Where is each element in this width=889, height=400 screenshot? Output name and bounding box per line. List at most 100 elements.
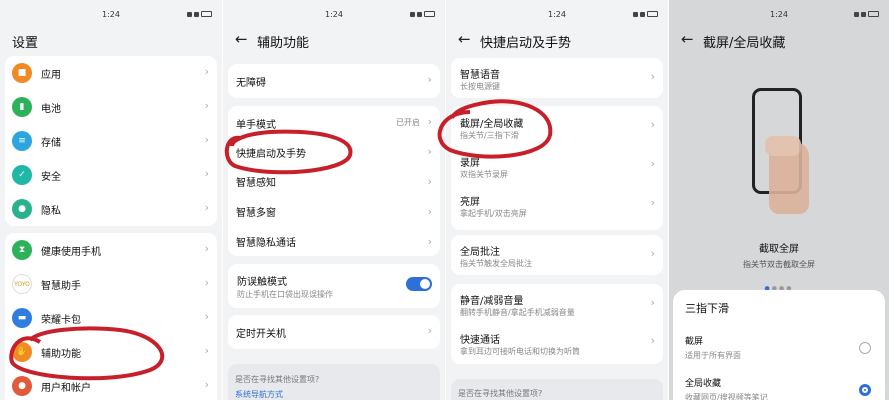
item-smart-private-call[interactable]: 智慧隐私通话 › (228, 226, 440, 256)
card-voice: 智慧语音 长按电源键 › (451, 58, 663, 98)
chevron-right-icon: › (427, 205, 432, 218)
card-accessibility: 无障碍 › (228, 64, 440, 98)
settings-item-label: 电池 (41, 104, 61, 115)
radio-button[interactable] (859, 342, 871, 354)
demo-caption-sub: 指关节双击截取全屏 (743, 260, 815, 269)
item-sublabel: 翻转手机静音/拿起手机减弱音量 (460, 308, 575, 317)
lock-icon: ● (12, 199, 32, 219)
chevron-right-icon: › (204, 344, 209, 357)
item-quick-call[interactable]: 快速通话 拿到耳边可接听电话和切换为听筒 › (451, 324, 663, 364)
item-annotation[interactable]: 全局批注 指关节触发全局批注 › (451, 235, 663, 275)
chevron-right-icon: › (204, 99, 209, 112)
apps-icon: ■ (12, 63, 32, 83)
option-label: 全局收藏 (685, 379, 722, 389)
item-label: 单手模式 (236, 120, 276, 131)
bluetooth-icon (187, 11, 192, 17)
bluetooth-icon (633, 11, 638, 17)
item-label: 快捷启动及手势 (236, 149, 306, 160)
item-smart-sense[interactable]: 智慧感知 › (228, 166, 440, 196)
item-value: 已开启 (396, 118, 420, 127)
shield-icon: ✓ (12, 165, 32, 185)
settings-item-accessibility[interactable]: ✋ 辅助功能 › (5, 335, 217, 369)
chevron-right-icon: › (650, 334, 655, 347)
settings-item-storage[interactable]: ≡ 存储 › (5, 124, 217, 158)
option-global-collect[interactable]: 全局收藏 收藏网页/搜视频等笔记 (685, 376, 873, 400)
item-sublabel: 拿起手机/双击亮屏 (460, 209, 527, 218)
item-sublabel: 防止手机在口袋出现误操作 (237, 290, 333, 299)
page-title: 截屏/全局收藏 (703, 36, 786, 51)
sheet-title: 三指下滑 (685, 302, 729, 315)
page-title: 快捷启动及手势 (480, 36, 572, 51)
settings-item-wallet[interactable]: ▬ 荣耀卡包 › (5, 301, 217, 335)
item-one-hand[interactable]: 单手模式 已开启 › (228, 106, 440, 136)
settings-item-assistant[interactable]: YOYO 智慧助手 › (5, 267, 217, 301)
chevron-right-icon: › (204, 167, 209, 180)
demo-caption: 截取全屏 (759, 244, 799, 255)
settings-item-apps[interactable]: ■ 应用 › (5, 56, 217, 90)
settings-group-2: ⧗ 健康使用手机 › YOYO 智慧助手 › ▬ 荣耀卡包 › ✋ 辅助功能 › ● 用户和帐户 › (5, 233, 217, 400)
chevron-right-icon: › (650, 296, 655, 309)
option-screenshot[interactable]: 截屏 适用于所有界面 (685, 334, 873, 361)
card-features: 单手模式 已开启 › 快捷启动及手势 › 智慧感知 › 智慧多窗 › 智慧隐私通话 › (228, 106, 440, 256)
settings-item-label: 辅助功能 (41, 349, 81, 360)
settings-item-security[interactable]: ✓ 安全 › (5, 158, 217, 192)
settings-item-privacy[interactable]: ● 隐私 › (5, 192, 217, 226)
item-label: 智慧多窗 (236, 208, 276, 219)
settings-screen: 1:24 设置 ■ 应用 › ▮ 电池 › ≡ 存储 › ✓ 安全 › ● 隐私 › ⧗ 健康使用手机… (0, 0, 222, 400)
signal-icon (194, 11, 199, 17)
item-accessibility[interactable]: 无障碍 › (228, 64, 440, 98)
item-voice[interactable]: 智慧语音 长按电源键 › (451, 58, 663, 98)
chevron-right-icon: › (650, 118, 655, 131)
item-wake-screen[interactable]: 亮屏 拿起手机/双击亮屏 › (451, 186, 663, 226)
item-label: 智慧隐私通话 (236, 238, 296, 249)
back-arrow-icon[interactable]: ← (458, 31, 471, 47)
card-timer: 定时开关机 › (228, 315, 440, 349)
item-timer[interactable]: 定时开关机 › (228, 315, 440, 349)
chevron-right-icon: › (427, 175, 432, 188)
settings-item-accounts[interactable]: ● 用户和帐户 › (5, 369, 217, 400)
back-arrow-icon[interactable]: ← (235, 31, 248, 47)
settings-item-label: 应用 (41, 70, 61, 81)
page-title: 辅助功能 (257, 36, 310, 51)
item-screen-record[interactable]: 录屏 双指关节录屏 › (451, 146, 663, 186)
chevron-right-icon: › (204, 201, 209, 214)
bottom-sheet: 三指下滑 截屏 适用于所有界面 全局收藏 收藏网页/搜视频等笔记 (673, 290, 885, 400)
settings-item-battery[interactable]: ▮ 电池 › (5, 90, 217, 124)
anti-touch-toggle[interactable] (406, 277, 432, 291)
item-shortcuts[interactable]: 快捷启动及手势 › (228, 136, 440, 166)
hint-link[interactable]: 系统导航方式 (235, 389, 283, 400)
item-label: 录屏 (460, 158, 480, 169)
item-screenshot[interactable]: 截屏/全局收藏 指关节/三指下滑 › (451, 106, 663, 146)
item-sublabel: 指关节触发全局批注 (460, 259, 532, 268)
wallet-icon: ▬ (12, 308, 32, 328)
bluetooth-icon (410, 11, 415, 17)
chevron-right-icon: › (204, 242, 209, 255)
signal-icon (861, 11, 866, 17)
settings-item-label: 安全 (41, 172, 61, 183)
settings-item-health[interactable]: ⧗ 健康使用手机 › (5, 233, 217, 267)
item-sublabel: 双指关节录屏 (460, 170, 508, 179)
item-mute[interactable]: 静音/减弱音量 翻转手机静音/拿起手机减弱音量 › (451, 284, 663, 324)
storage-icon: ≡ (12, 131, 32, 151)
radio-button-selected[interactable] (859, 384, 871, 396)
item-smart-multiwindow[interactable]: 智慧多窗 › (228, 196, 440, 226)
status-icons (410, 11, 435, 17)
battery-icon (424, 11, 435, 17)
item-label: 亮屏 (460, 197, 480, 208)
item-sublabel: 指关节/三指下滑 (460, 131, 519, 140)
chevron-right-icon: › (204, 65, 209, 78)
option-label: 截屏 (685, 337, 704, 347)
chevron-right-icon: › (204, 310, 209, 323)
item-sublabel: 长按电源键 (460, 82, 500, 91)
user-icon: ● (12, 376, 32, 396)
hint-card: 是否在寻找其他设置项? (451, 379, 663, 400)
chevron-right-icon: › (204, 276, 209, 289)
status-bar: 1:24 (0, 10, 222, 22)
chevron-right-icon: › (427, 145, 432, 158)
chevron-right-icon: › (650, 157, 655, 170)
back-arrow-icon[interactable]: ← (681, 31, 694, 47)
hint-question: 是否在寻找其他设置项? (458, 389, 543, 398)
item-label: 防误触模式 (237, 277, 287, 288)
battery-icon (868, 11, 879, 17)
accessibility-screen: 1:24 ← 辅助功能 无障碍 › 单手模式 已开启 › 快捷启动及手势 › 智慧感知 ›… (223, 0, 445, 400)
